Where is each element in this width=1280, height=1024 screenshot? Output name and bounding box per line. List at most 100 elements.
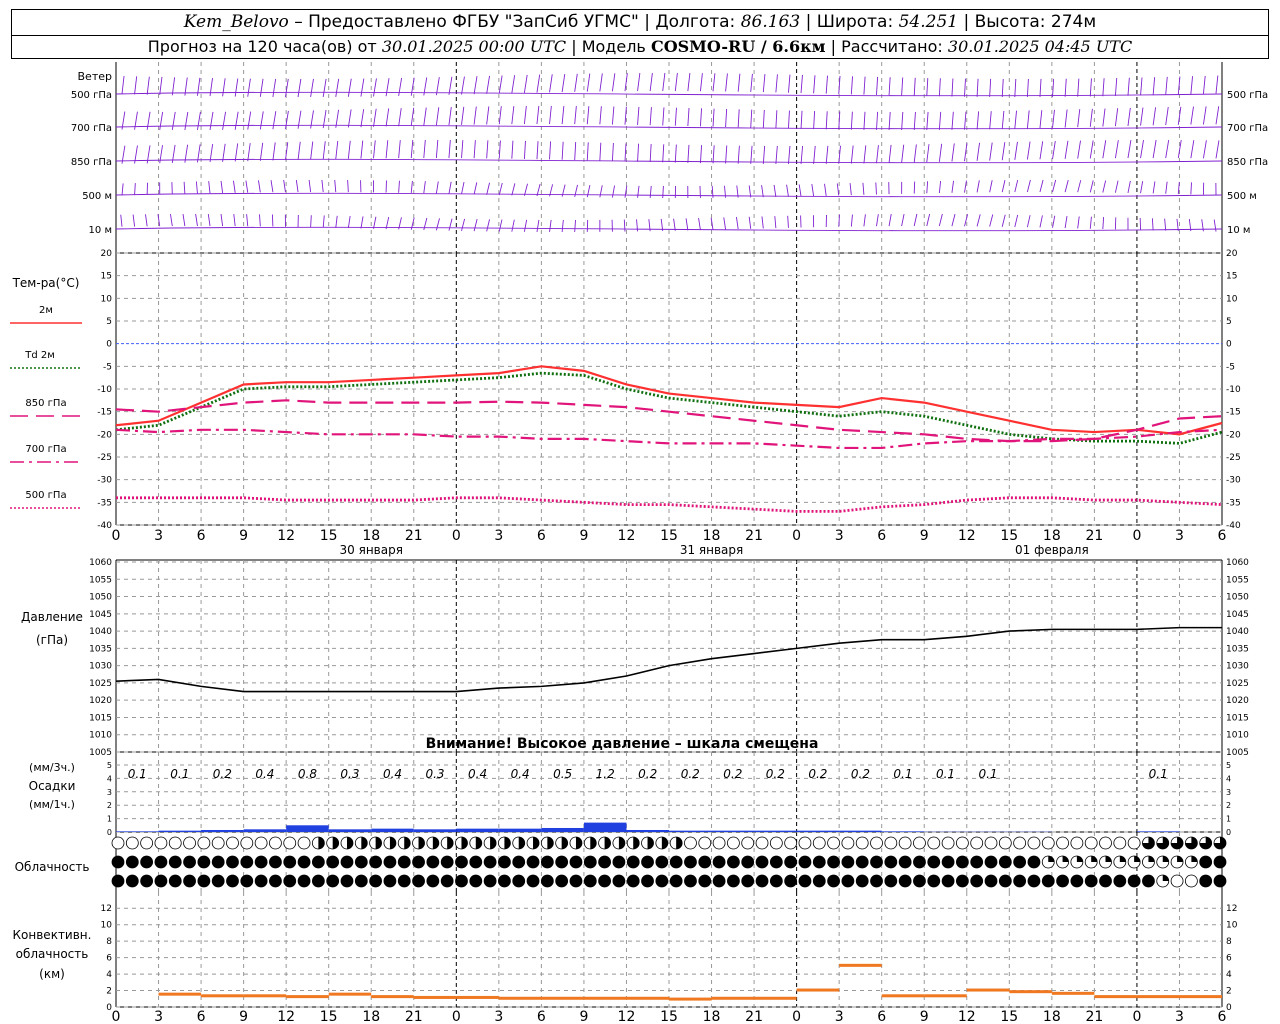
cloud-cover-fill — [518, 837, 525, 849]
precip-bar — [754, 830, 797, 832]
wind-barb — [964, 180, 967, 193]
temp-hour-tick: 0 — [792, 528, 801, 544]
conv-cloud-bar — [371, 995, 414, 999]
wind-level-label-right: 850 гПа — [1227, 157, 1268, 168]
wind-barb — [926, 181, 929, 194]
wind-barb — [511, 75, 516, 94]
wind-barb — [297, 141, 301, 160]
wind-barb — [926, 111, 929, 130]
wind-title: Ветер — [78, 70, 112, 83]
wind-barb — [448, 76, 453, 95]
temp-tick-left: 20 — [101, 249, 113, 259]
cloud-cover-symbol — [655, 855, 669, 869]
cloud-cover-symbol — [855, 836, 869, 850]
cloud-cover-symbol — [555, 855, 569, 869]
wind-barb — [1152, 139, 1157, 159]
wind-barb — [549, 74, 553, 93]
conv-hour-tick: 6 — [537, 1009, 546, 1024]
conv-cloud-bar — [328, 992, 372, 996]
wind-barb — [245, 180, 249, 193]
pressure-tick-left: 1060 — [89, 558, 112, 568]
wind-barb — [863, 145, 867, 164]
conv-cloud-bar — [286, 995, 329, 999]
temp-title: Тем-ра(°С) — [12, 276, 80, 290]
wind-barb — [813, 111, 816, 130]
wind-barb — [1164, 218, 1167, 231]
wind-barb — [247, 143, 251, 162]
wind-barb — [737, 109, 740, 128]
cloud-cover-symbol — [455, 855, 468, 869]
conv-title-1: Конвективн. — [13, 928, 92, 942]
temp-hour-tick: 18 — [1043, 528, 1061, 544]
precip-bar — [371, 828, 414, 832]
cloud-cover-symbol — [612, 855, 626, 869]
pressure-tick-right: 1015 — [1226, 713, 1249, 723]
temp-hour-tick: 21 — [745, 528, 763, 544]
wind-barb — [134, 76, 138, 95]
wind-barb — [951, 143, 955, 162]
wind-barb — [536, 219, 540, 232]
pressure-tick-right: 1045 — [1226, 610, 1249, 620]
conv-cloud-bar — [881, 994, 925, 998]
wind-barb — [1215, 75, 1219, 94]
cloud-cover-symbol — [998, 836, 1012, 850]
cloud-cover-symbol — [555, 874, 569, 888]
temp-tick-right: 5 — [1226, 317, 1232, 327]
wind-barb — [134, 183, 136, 196]
cloud-cover-symbol — [1084, 874, 1098, 888]
wind-barb — [913, 213, 918, 227]
cloud-cover-symbol — [426, 855, 440, 869]
cloud-cover-symbol — [369, 874, 383, 888]
wind-barb — [195, 181, 198, 194]
cloud-cover-symbol — [311, 855, 325, 869]
cloud-cover-symbol — [455, 874, 468, 888]
wind-barb — [511, 183, 516, 196]
cloud-cover-symbol — [269, 836, 282, 850]
cloud-cover-symbol — [684, 874, 697, 888]
temp-tick-left: -20 — [97, 430, 112, 440]
temp-hour-tick: 15 — [1000, 528, 1018, 544]
conv-hour-tick: 21 — [745, 1009, 763, 1024]
wind-barb — [1014, 141, 1018, 160]
wind-barb — [712, 108, 715, 127]
pressure-tick-right: 1020 — [1226, 696, 1249, 706]
wind-barb — [385, 108, 390, 127]
wind-barb — [435, 139, 439, 159]
conv-hour-tick: 12 — [277, 1009, 295, 1024]
wind-barb — [586, 73, 591, 92]
wind-barb — [637, 106, 640, 125]
temp-hour-tick: 18 — [362, 528, 380, 544]
wind-barb — [1026, 78, 1029, 98]
cloud-cover-fill — [633, 837, 640, 849]
wind-barb — [410, 180, 413, 193]
cloud-cover-symbol — [970, 836, 984, 850]
wind-barb — [1039, 110, 1043, 129]
wind-barb — [712, 145, 715, 164]
wind-barb — [335, 140, 339, 160]
wind-barb — [698, 218, 701, 231]
cloud-cover-fill — [676, 837, 683, 849]
cloud-cover-symbol — [1027, 836, 1041, 850]
wind-barb — [649, 185, 652, 198]
pressure-tick-right: 1005 — [1226, 748, 1249, 758]
conv-hour-tick: 6 — [1218, 1009, 1227, 1024]
precip-label: 0.2 — [213, 767, 232, 781]
wind-barb — [1039, 141, 1044, 160]
wind-barb — [850, 76, 853, 95]
wind-barb — [360, 140, 364, 159]
cloud-cover-fill — [533, 837, 540, 849]
cloud-cover-symbol — [254, 874, 268, 888]
wind-barb — [687, 107, 690, 127]
cloud-cover-symbol — [1213, 874, 1227, 888]
precip-bar — [669, 830, 712, 832]
wind-barb — [1039, 78, 1042, 97]
wind-barb — [146, 76, 150, 95]
wind-barb — [398, 108, 402, 127]
wind-barb — [788, 74, 791, 93]
wind-barb — [310, 215, 312, 228]
cloud-cover-fill — [346, 837, 353, 849]
cloud-cover-symbol — [183, 836, 196, 850]
precip-label: 0.1 — [128, 767, 147, 781]
wind-barb — [938, 180, 942, 194]
wind-barb — [649, 72, 653, 92]
